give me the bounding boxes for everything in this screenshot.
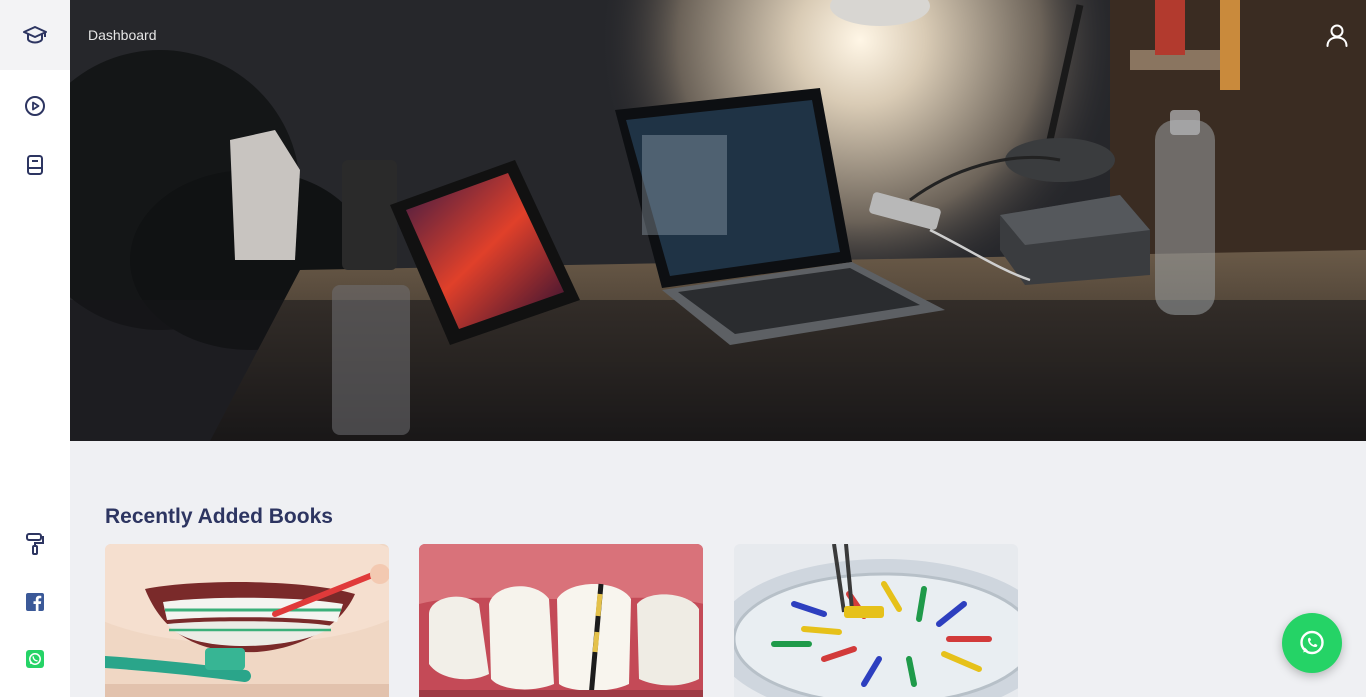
braces-toothbrush-image xyxy=(105,544,389,697)
book-icon xyxy=(27,155,43,175)
sidebar-item-videos[interactable] xyxy=(0,84,70,128)
book-card-2[interactable] xyxy=(419,544,703,697)
book-card-3[interactable] xyxy=(734,544,1018,697)
whatsapp-chat-button[interactable] xyxy=(1282,613,1342,673)
section-title: Recently Added Books xyxy=(105,505,333,528)
play-circle-icon xyxy=(25,96,45,116)
whatsapp-icon xyxy=(1300,630,1324,655)
facebook-icon xyxy=(26,593,44,611)
user-icon xyxy=(1326,24,1348,47)
graduation-cap-icon xyxy=(23,26,47,44)
breadcrumb-dashboard[interactable]: Dashboard xyxy=(88,27,157,43)
sidebar xyxy=(0,0,70,697)
user-profile-button[interactable] xyxy=(1324,22,1350,48)
sidebar-item-whatsapp[interactable] xyxy=(0,637,70,681)
book-card-1[interactable] xyxy=(105,544,389,697)
sidebar-item-facebook[interactable] xyxy=(0,580,70,624)
paint-roller-icon xyxy=(26,533,44,555)
hero-desk-image xyxy=(70,0,1366,441)
sidebar-item-books[interactable] xyxy=(0,143,70,187)
whatsapp-icon xyxy=(26,650,44,668)
endodontic-files-dish-image xyxy=(734,544,1018,697)
sidebar-item-theme[interactable] xyxy=(0,522,70,566)
hero-banner: Dashboard xyxy=(70,0,1366,441)
logo[interactable] xyxy=(0,0,70,70)
teeth-periodontal-probe-image xyxy=(419,544,703,697)
